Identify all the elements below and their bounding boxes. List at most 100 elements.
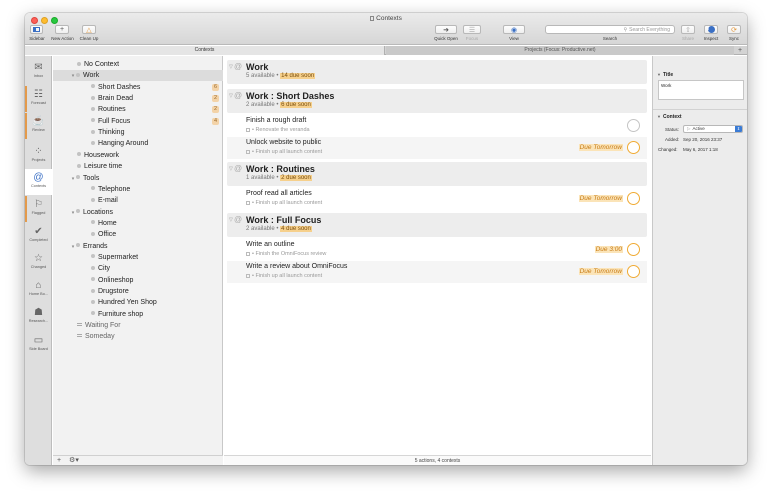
sidebar-item[interactable]: E-mail [53, 195, 223, 206]
disclosure-triangle-icon[interactable]: ▾ [70, 71, 76, 82]
action-row[interactable]: Proof read all articles • Finish up all l… [227, 188, 647, 210]
disclosure-triangle-icon[interactable]: ▽ [229, 166, 233, 172]
perspective-review[interactable]: ☕ Review [25, 113, 52, 139]
action-project-text: • Finish up all launch content [252, 273, 323, 279]
perspective-sideboard[interactable]: ▭ Side Board [25, 332, 52, 358]
completion-checkbox[interactable] [627, 192, 640, 205]
note-icon [246, 251, 250, 256]
perspective-inbox[interactable]: ✉ Inbox [25, 59, 52, 85]
sidebar-item[interactable]: Office [53, 229, 223, 240]
new-action-button[interactable]: + [55, 25, 69, 34]
sidebar-item[interactable]: Leisure time [53, 161, 223, 172]
completion-checkbox[interactable] [627, 119, 640, 132]
sidebar-item[interactable]: Short Dashes 6 [53, 82, 223, 93]
sidebar-item[interactable]: Full Focus 4 [53, 116, 223, 127]
sidebar-item[interactable]: Hundred Yen Shop [53, 297, 223, 308]
context-bullet-icon [91, 311, 95, 316]
inspect-button[interactable]: i [704, 25, 718, 34]
context-at-icon: @ [234, 91, 243, 100]
context-bullet-icon [91, 288, 95, 293]
sidebar-item[interactable]: Hanging Around [53, 138, 223, 149]
perspective-contexts[interactable]: @ Contexts [25, 169, 52, 195]
perspective-projects[interactable]: ⁘ Projects [25, 143, 52, 169]
clean-up-button[interactable]: △ [82, 25, 96, 34]
new-tab-button[interactable]: + [735, 46, 745, 55]
available-count: 1 available • [246, 175, 279, 181]
sidebar-item[interactable]: Someday [53, 331, 223, 342]
search-input[interactable]: ⚲ Search Everything [545, 25, 675, 34]
perspective-flag[interactable]: ⚐ Flagged [25, 196, 52, 222]
due-soon-badge: 2 due soon [280, 175, 312, 181]
sidebar-item[interactable]: Supermarket [53, 252, 223, 263]
sidebar-item-label: Supermarket [98, 253, 139, 261]
sidebar-item[interactable]: Brain Dead 2 [53, 93, 223, 104]
sidebar-toggle-button[interactable] [30, 25, 43, 34]
sidebar-item[interactable]: ▾ Work [53, 70, 223, 82]
perspective-completed[interactable]: ✔ Completed [25, 223, 52, 249]
action-row[interactable]: Write an outline • Finish the OmniFocus r… [227, 239, 647, 261]
action-row[interactable]: Finish a rough draft • Renovate the veran… [227, 115, 647, 137]
context-group-row[interactable]: ▽ @ Work : Routines 1 available • 2 due soo… [227, 162, 647, 186]
context-group-row[interactable]: ▽ @ Work 5 available • 14 due soon [227, 60, 647, 84]
sidebar-item[interactable]: No Context [53, 59, 223, 70]
view-button[interactable]: ◉ [503, 25, 525, 34]
action-row[interactable]: Write a review about OmniFocus • Finish u… [227, 261, 647, 283]
completion-checkbox[interactable] [627, 265, 640, 278]
due-date-label: Due 3:00 [594, 246, 623, 253]
action-project-text: • Finish the OmniFocus review [252, 251, 327, 257]
title-field[interactable]: Work [658, 80, 744, 100]
sidebar-item[interactable]: Home [53, 218, 223, 229]
action-row[interactable]: Unlock website to public • Finish up all … [227, 137, 647, 159]
completion-checkbox[interactable] [627, 141, 640, 154]
status-select[interactable]: ▷ Active ⇕ [683, 125, 743, 133]
disclosure-triangle-icon[interactable]: ▾ [70, 208, 76, 219]
perspective-research[interactable]: ☗ Research... [25, 304, 52, 330]
perspective-label: Flagged [31, 211, 46, 215]
added-label: Added: [665, 137, 680, 142]
disclosure-triangle-icon[interactable]: ▾ [70, 174, 76, 185]
sync-button[interactable]: ⟳ [727, 25, 741, 34]
sidebar-item[interactable]: Housework [53, 150, 223, 161]
disclosure-triangle-icon[interactable]: ▽ [229, 217, 233, 223]
context-section-header[interactable]: ▼ Context [657, 114, 682, 120]
sidebar-item-label: Locations [83, 208, 113, 216]
disclosure-triangle-icon[interactable]: ▽ [229, 93, 233, 99]
info-icon: i [707, 26, 715, 33]
search-icon: ⚲ [623, 27, 628, 33]
sidebar-item-label: Work [83, 72, 100, 80]
perspective-forecast[interactable]: ☷ Forecast [25, 86, 52, 112]
title-section-header[interactable]: ▼ Title [657, 72, 673, 78]
sidebar-item[interactable]: ▾ Locations [53, 207, 223, 218]
context-group-row[interactable]: ▽ @ Work : Short Dashes 2 available • 6 due… [227, 89, 647, 113]
perspective-home[interactable]: ⌂ Home Bo... [25, 277, 52, 303]
app-window: Contexts Sidebar + New Action △ Clean Up… [25, 13, 747, 465]
disclosure-triangle-icon[interactable]: ▾ [70, 242, 76, 253]
share-button[interactable]: ⇧ [681, 25, 695, 34]
perspective-changed[interactable]: ☆ Changed [25, 250, 52, 276]
sidebar-item[interactable]: Telephone [53, 184, 223, 195]
context-header-text: Context [662, 114, 682, 120]
quick-open-button[interactable]: ➜ [435, 25, 457, 34]
gear-menu-button[interactable]: ⚙▾ [69, 457, 79, 464]
disclosure-triangle-icon[interactable]: ▽ [229, 64, 233, 70]
focus-button[interactable]: ☰ [463, 25, 481, 34]
sidebar-item-label: Short Dashes [98, 83, 141, 91]
perspective-label: Contexts [31, 184, 46, 188]
tab-projects[interactable]: Projects (Focus: Productive.net) [386, 46, 734, 55]
context-group-row[interactable]: ▽ @ Work : Full Focus 2 available • 4 due s… [227, 213, 647, 237]
sidebar-item-label: Brain Dead [98, 95, 134, 103]
group-summary: 1 available • 2 due soon [246, 175, 312, 181]
sidebar-item[interactable]: City [53, 263, 223, 274]
add-context-button[interactable]: + [57, 457, 61, 464]
sidebar-item[interactable]: Thinking [53, 127, 223, 138]
sidebar-item[interactable]: ▾ Tools [53, 173, 223, 184]
sidebar-item[interactable]: Waiting For [53, 320, 223, 331]
completion-checkbox[interactable] [627, 243, 640, 256]
sidebar-item[interactable]: Drugstore [53, 286, 223, 297]
sidebar-item[interactable]: Onlineshop [53, 275, 223, 286]
sidebar-item[interactable]: Routines 2 [53, 104, 223, 115]
sidebar-item[interactable]: Furniture shop [53, 309, 223, 320]
sidebar-item-label: Thinking [98, 129, 125, 137]
tab-contexts[interactable]: Contexts [25, 46, 385, 55]
sidebar-item[interactable]: ▾ Errands [53, 241, 223, 252]
